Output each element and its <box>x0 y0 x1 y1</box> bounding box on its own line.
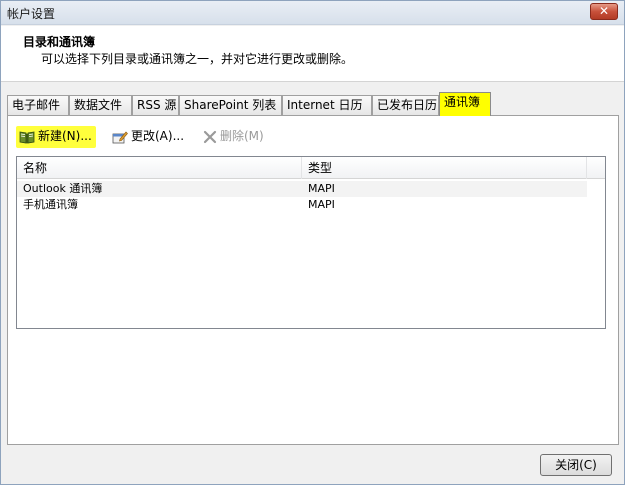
tab-internet-calendar[interactable]: Internet 日历 <box>282 95 372 115</box>
window-close-button[interactable]: ✕ <box>590 3 618 20</box>
header-area: 目录和通讯簿 可以选择下列目录或通讯簿之一，并对它进行更改或删除。 <box>1 26 624 82</box>
list-header: 名称 类型 <box>17 157 605 179</box>
list-item-name: 手机通讯簿 <box>23 198 78 211</box>
list-item-name: Outlook 通讯簿 <box>23 182 103 195</box>
close-dialog-button[interactable]: 关闭(C) <box>540 454 612 476</box>
book-icon <box>19 131 35 144</box>
edit-button[interactable]: 更改(A)... <box>109 126 184 148</box>
title-bar: 帐户设置 ✕ <box>1 1 624 25</box>
window-title: 帐户设置 <box>7 7 56 21</box>
new-button[interactable]: 新建(N)... <box>16 126 96 148</box>
tab-address-books[interactable]: 通讯簿 <box>439 92 491 116</box>
list-item[interactable]: 手机通讯簿 MAPI <box>17 197 587 213</box>
tab-rss[interactable]: RSS 源 <box>132 95 179 115</box>
tab-sharepoint[interactable]: SharePoint 列表 <box>179 95 282 115</box>
delete-button-label: 删除(M) <box>220 129 264 143</box>
list-item[interactable]: Outlook 通讯簿 MAPI <box>17 181 587 197</box>
account-settings-window: 帐户设置 ✕ 目录和通讯簿 可以选择下列目录或通讯簿之一，并对它进行更改或删除。… <box>0 0 625 485</box>
header-description: 可以选择下列目录或通讯簿之一，并对它进行更改或删除。 <box>41 52 354 66</box>
tab-data-files[interactable]: 数据文件 <box>69 95 132 115</box>
tab-published-calendar[interactable]: 已发布日历 <box>372 95 439 115</box>
edit-icon <box>112 131 128 144</box>
column-header-type[interactable]: 类型 <box>302 157 587 179</box>
column-header-name[interactable]: 名称 <box>17 157 302 179</box>
address-book-list[interactable]: 名称 类型 Outlook 通讯簿 MAPI 手机通讯簿 MAPI <box>16 156 606 329</box>
header-title: 目录和通讯簿 <box>23 35 96 49</box>
delete-button[interactable]: 删除(M) <box>202 126 264 148</box>
delete-x-icon <box>203 130 217 144</box>
list-item-type: MAPI <box>308 182 335 195</box>
new-button-label: 新建(N)... <box>38 129 92 143</box>
edit-button-label: 更改(A)... <box>131 129 185 143</box>
tab-email[interactable]: 电子邮件 <box>7 95 69 115</box>
tab-panel: 新建(N)... 更改(A)... 删除(M) 名称 类型 Outlook 通讯… <box>7 115 619 445</box>
list-item-type: MAPI <box>308 198 335 211</box>
